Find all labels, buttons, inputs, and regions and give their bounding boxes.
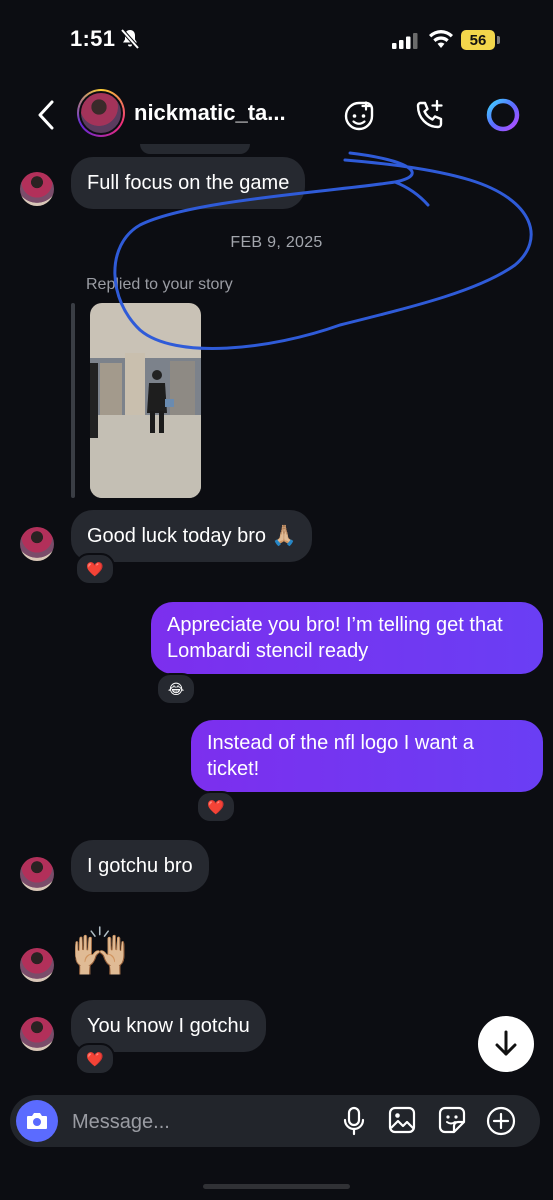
message-input[interactable] [70, 1107, 334, 1137]
camera-button[interactable] [16, 1100, 58, 1142]
message-incoming[interactable]: Full focus on the game [71, 157, 306, 209]
avatar[interactable] [20, 948, 54, 982]
battery-indicator: 56 [461, 30, 495, 50]
microphone-icon[interactable] [342, 1106, 366, 1136]
arrow-down-icon [495, 1030, 517, 1056]
home-indicator [203, 1184, 350, 1189]
story-thumbnail[interactable] [90, 303, 201, 498]
back-chevron-icon[interactable] [32, 98, 58, 132]
message-outgoing[interactable]: Instead of the nfl logo I want a ticket! [191, 720, 543, 792]
chat-header: nickmatic_ta... [0, 80, 553, 150]
reaction-badge[interactable]: ❤️ [75, 1043, 115, 1075]
add-plus-icon[interactable] [486, 1106, 516, 1136]
date-separator: FEB 9, 2025 [230, 234, 323, 251]
avatar[interactable] [20, 172, 54, 206]
cellular-signal-icon [392, 33, 418, 49]
status-time: 1:51 [70, 26, 116, 51]
emoji-message-raising-hands[interactable]: 🙌🏼 [70, 925, 130, 981]
story-image [90, 353, 201, 498]
meta-ai-ring-icon[interactable] [485, 97, 521, 133]
sticker-icon[interactable] [438, 1106, 466, 1134]
cut-off-bubble [140, 144, 250, 154]
phone-call-icon[interactable] [413, 98, 447, 132]
status-bar: 1:51 56 [0, 0, 553, 80]
header-avatar[interactable] [77, 89, 125, 137]
bell-off-icon [120, 28, 140, 50]
reaction-badge[interactable]: 😂 [156, 673, 196, 705]
camera-icon [27, 1113, 47, 1129]
reply-indicator-line [71, 303, 75, 498]
gallery-icon[interactable] [388, 1106, 416, 1134]
message-incoming[interactable]: I gotchu bro [71, 840, 209, 892]
reaction-badge[interactable]: ❤️ [75, 553, 115, 585]
avatar[interactable] [20, 527, 54, 561]
story-reply-label: Replied to your story [86, 276, 233, 293]
chat-username[interactable]: nickmatic_ta... [134, 100, 286, 126]
scroll-to-bottom-button[interactable] [478, 1016, 534, 1072]
wifi-icon [429, 30, 453, 48]
message-outgoing[interactable]: Appreciate you bro! I’m telling get that… [151, 602, 543, 674]
avatar[interactable] [20, 1017, 54, 1051]
message-composer [10, 1095, 540, 1147]
battery-tip [497, 36, 500, 44]
sticker-face-icon[interactable] [342, 99, 376, 133]
reaction-badge[interactable]: ❤️ [196, 791, 236, 823]
avatar[interactable] [20, 857, 54, 891]
